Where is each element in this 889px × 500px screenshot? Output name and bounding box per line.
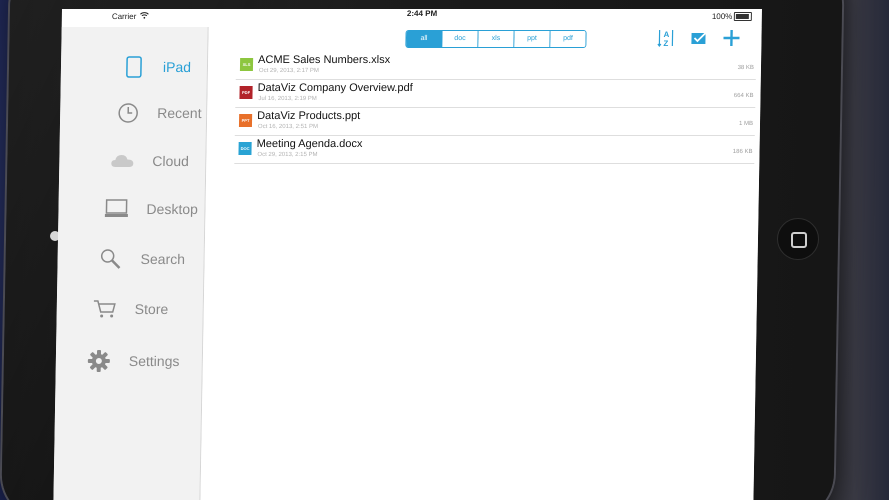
filter-ppt[interactable]: ppt <box>514 31 551 47</box>
sidebar-item-label: Store <box>134 301 169 317</box>
sidebar-item-search[interactable]: Search <box>57 239 204 279</box>
status-battery-percent: 100% <box>711 12 733 21</box>
pdf-file-icon: PDF <box>239 86 253 99</box>
file-date: Oct 16, 2013, 2:51 PM <box>257 124 319 130</box>
sidebar-item-label: Desktop <box>146 201 199 217</box>
file-date: Oct 29, 2013, 2:17 PM <box>258 68 320 74</box>
filter-doc[interactable]: doc <box>442 31 479 47</box>
svg-text:A: A <box>663 30 669 39</box>
app-screen: Carrier 2:44 PM 100% iPad Recent Cloud D… <box>53 9 762 500</box>
file-list: XLS ACME Sales Numbers.xlsx Oct 29, 2013… <box>234 52 757 164</box>
status-time: 2:44 PM <box>406 9 438 18</box>
sidebar-item-label: iPad <box>162 59 192 75</box>
cart-icon <box>92 296 118 322</box>
file-row-dataviz-products[interactable]: PPT DataViz Products.ppt Oct 16, 2013, 2… <box>234 108 756 136</box>
file-size: 38 KB <box>737 65 755 71</box>
file-size: 186 KB <box>732 149 753 155</box>
file-size: 1 MB <box>738 121 754 127</box>
file-name: DataViz Company Overview.pdf <box>257 82 413 94</box>
xls-file-icon: XLS <box>239 58 254 71</box>
sidebar-item-store[interactable]: Store <box>56 289 203 329</box>
home-button-glyph <box>791 232 807 248</box>
desktop-icon <box>103 196 129 222</box>
sidebar-item-cloud[interactable]: Cloud <box>59 141 206 181</box>
cloud-icon <box>109 148 135 174</box>
search-icon <box>97 246 123 272</box>
file-name: Meeting Agenda.docx <box>256 138 363 150</box>
ipad-icon <box>121 54 147 80</box>
wifi-icon <box>140 12 149 19</box>
select-check-icon[interactable] <box>689 29 709 47</box>
sidebar: iPad Recent Cloud Desktop Search Store S… <box>53 27 209 500</box>
filter-xls[interactable]: xls <box>478 31 515 47</box>
plus-icon[interactable] <box>721 29 741 47</box>
file-row-acme-sales[interactable]: XLS ACME Sales Numbers.xlsx Oct 29, 2013… <box>235 52 757 80</box>
filter-segmented-control: all doc xls ppt pdf <box>405 30 587 48</box>
home-button[interactable] <box>777 218 819 260</box>
file-size: 664 KB <box>733 93 754 99</box>
sort-az-icon[interactable]: A Z <box>657 29 677 47</box>
file-row-meeting-agenda[interactable]: DOC Meeting Agenda.docx Oct 29, 2013, 2:… <box>234 136 755 164</box>
battery-icon <box>733 12 752 21</box>
file-browser: all doc xls ppt pdf A Z XLS ACME Sales N… <box>200 27 762 500</box>
file-row-dataviz-overview[interactable]: PDF DataViz Company Overview.pdf Jul 16,… <box>235 80 756 108</box>
filter-pdf[interactable]: pdf <box>550 31 586 47</box>
sidebar-item-ipad[interactable]: iPad <box>61 47 208 87</box>
clock-icon <box>115 100 141 126</box>
svg-text:Z: Z <box>663 39 668 47</box>
sidebar-item-label: Cloud <box>152 153 190 169</box>
sidebar-item-label: Settings <box>128 353 180 369</box>
sidebar-item-recent[interactable]: Recent <box>60 93 207 133</box>
file-name: ACME Sales Numbers.xlsx <box>258 54 391 66</box>
file-date: Jul 16, 2013, 2:19 PM <box>258 96 317 102</box>
gear-icon <box>86 348 112 374</box>
sidebar-item-desktop[interactable]: Desktop <box>58 189 205 229</box>
doc-file-icon: DOC <box>238 142 252 155</box>
sidebar-item-label: Search <box>140 251 186 267</box>
sidebar-item-label: Recent <box>157 105 202 121</box>
status-carrier: Carrier <box>111 12 137 21</box>
sidebar-item-settings[interactable]: Settings <box>56 341 203 381</box>
file-name: DataViz Products.ppt <box>257 110 361 122</box>
status-bar: Carrier 2:44 PM 100% <box>62 9 762 27</box>
ppt-file-icon: PPT <box>238 114 253 127</box>
file-date: Oct 29, 2013, 2:15 PM <box>257 152 318 158</box>
filter-all[interactable]: all <box>406 31 443 47</box>
